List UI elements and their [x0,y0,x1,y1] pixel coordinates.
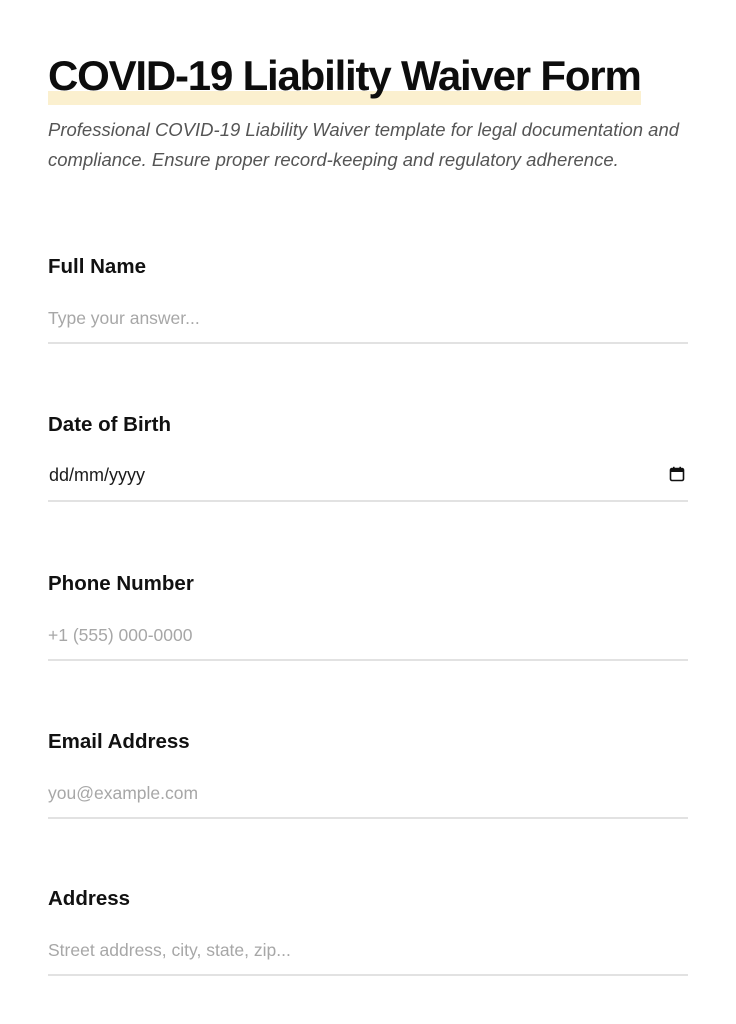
email-address-label: Email Address [48,730,190,753]
full-name-label: Full Name [48,255,146,278]
email-address-input[interactable] [48,769,688,819]
address-input[interactable] [48,926,688,976]
date-format-text[interactable]: dd/mm/yyyy [49,463,145,487]
date-of-birth-label: Date of Birth [48,413,171,436]
date-of-birth-input[interactable]: dd/mm/yyyy [48,452,688,502]
page-title: COVID-19 Liability Waiver Form [48,52,642,99]
page-subtitle: Professional COVID-19 Liability Waiver t… [48,119,680,170]
address-label: Address [48,887,131,910]
calendar-icon[interactable] [669,466,685,482]
phone-number-input[interactable] [48,611,688,661]
full-name-input[interactable] [48,294,688,344]
title-block: COVID-19 Liability Waiver Form [48,50,642,106]
phone-number-label: Phone Number [48,572,194,595]
